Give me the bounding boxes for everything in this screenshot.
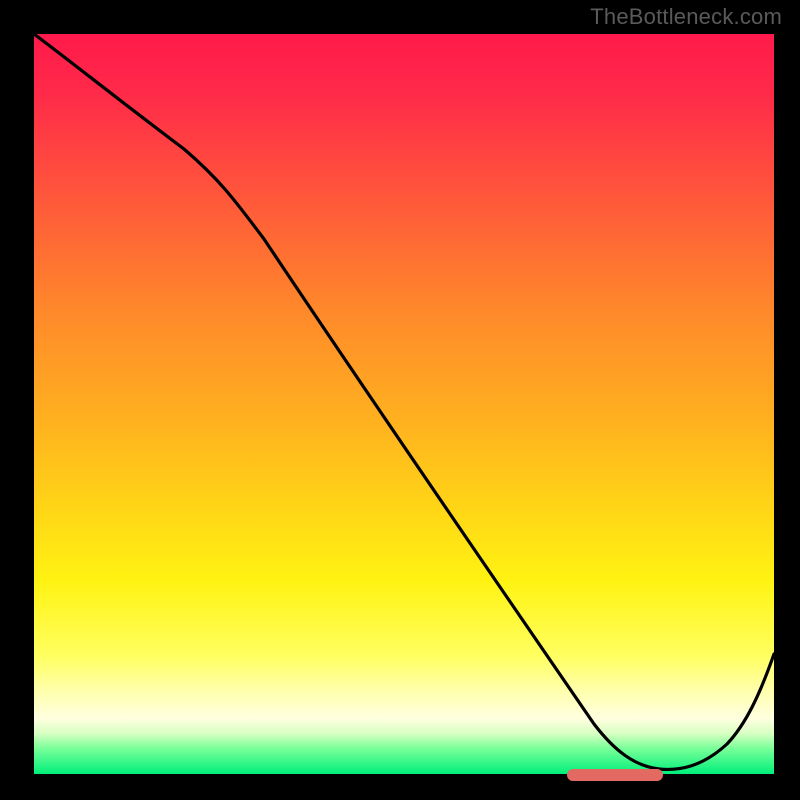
watermark-text: TheBottleneck.com (590, 4, 782, 30)
chart-root: TheBottleneck.com (0, 0, 800, 800)
gradient-background (34, 34, 774, 774)
optimal-range-marker (567, 769, 663, 781)
